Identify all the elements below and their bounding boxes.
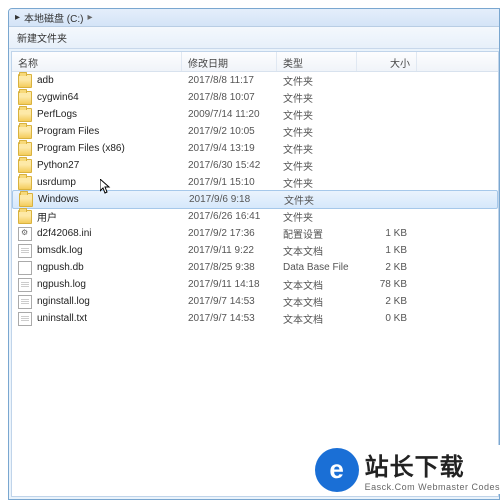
file-type: 文件夹 <box>277 90 357 105</box>
file-name: 用户 <box>37 209 57 224</box>
file-icon <box>18 312 32 326</box>
file-rows: adb2017/8/8 11:17文件夹cygwin642017/8/8 10:… <box>12 72 498 327</box>
header-date[interactable]: 修改日期 <box>182 52 277 71</box>
watermark-subtitle: Easck.Com Webmaster Codes <box>365 482 500 492</box>
table-row[interactable]: adb 2017/8/8 11:17文件夹 <box>12 72 498 89</box>
watermark-title: 站长下载 <box>365 447 500 482</box>
file-size: 0 KB <box>357 313 417 324</box>
file-icon <box>18 295 32 309</box>
table-row[interactable]: ngpush.log 2017/9/11 14:18文本文档78 KB <box>12 276 498 293</box>
breadcrumb-drive[interactable]: 本地磁盘 (C:) <box>24 10 83 25</box>
folder-icon <box>19 193 33 207</box>
file-icon <box>18 278 32 292</box>
file-name: PerfLogs <box>37 109 77 120</box>
folder-icon <box>18 142 32 156</box>
table-row[interactable]: ngpush.db 2017/8/25 9:38Data Base File2 K… <box>12 259 498 276</box>
file-name: usrdump <box>37 177 76 188</box>
file-date: 2017/9/11 9:22 <box>182 245 277 256</box>
folder-icon <box>18 176 32 190</box>
file-type: 文件夹 <box>277 158 357 173</box>
table-row[interactable]: Python27 2017/6/30 15:42文件夹 <box>12 157 498 174</box>
file-name: Python27 <box>37 160 79 171</box>
file-name: ngpush.db <box>37 262 84 273</box>
column-headers: 名称 修改日期 类型 大小 <box>12 52 498 72</box>
folder-icon <box>18 125 32 139</box>
table-row[interactable]: 用户 2017/6/26 16:41文件夹 <box>12 208 498 225</box>
ini-icon <box>18 227 32 241</box>
file-date: 2017/9/1 15:10 <box>182 177 277 188</box>
explorer-window: ▸ 本地磁盘 (C:) ▸ 新建文件夹 名称 修改日期 类型 大小 adb 201… <box>8 8 500 500</box>
db-icon <box>18 261 32 275</box>
file-date: 2017/9/4 13:19 <box>182 143 277 154</box>
file-type: 文件夹 <box>277 124 357 139</box>
file-type: 文本文档 <box>277 294 357 309</box>
file-type: 文件夹 <box>277 107 357 122</box>
toolbar: 新建文件夹 <box>9 27 499 49</box>
file-name: Windows <box>38 194 79 205</box>
watermark-logo-icon: e <box>315 448 359 492</box>
file-type: 文件夹 <box>278 192 358 207</box>
file-date: 2017/6/26 16:41 <box>182 211 277 222</box>
folder-icon <box>18 91 32 105</box>
table-row[interactable]: d2f42068.ini 2017/9/2 17:36配置设置1 KB <box>12 225 498 242</box>
file-date: 2017/9/2 10:05 <box>182 126 277 137</box>
file-type: 文件夹 <box>277 73 357 88</box>
file-name: d2f42068.ini <box>37 228 92 239</box>
header-type[interactable]: 类型 <box>277 52 357 71</box>
file-type: 文本文档 <box>277 311 357 326</box>
file-size: 2 KB <box>357 262 417 273</box>
table-row[interactable]: uninstall.txt 2017/9/7 14:53文本文档0 KB <box>12 310 498 327</box>
file-size: 78 KB <box>357 279 417 290</box>
file-name: Program Files (x86) <box>37 143 125 154</box>
file-type: 文件夹 <box>277 209 357 224</box>
file-date: 2017/8/8 10:07 <box>182 92 277 103</box>
table-row[interactable]: Windows 2017/9/6 9:18文件夹 <box>12 190 498 209</box>
folder-icon <box>18 210 32 224</box>
file-type: 配置设置 <box>277 226 357 241</box>
file-size: 2 KB <box>357 296 417 307</box>
header-size[interactable]: 大小 <box>357 52 417 71</box>
file-date: 2017/9/7 14:53 <box>182 313 277 324</box>
file-size: 1 KB <box>357 245 417 256</box>
file-size: 1 KB <box>357 228 417 239</box>
file-name: Program Files <box>37 126 99 137</box>
file-type: 文本文档 <box>277 277 357 292</box>
file-list-pane: 名称 修改日期 类型 大小 adb2017/8/8 11:17文件夹cygwin… <box>11 51 499 497</box>
table-row[interactable]: usrdump 2017/9/1 15:10文件夹 <box>12 174 498 191</box>
folder-icon <box>18 74 32 88</box>
address-bar[interactable]: ▸ 本地磁盘 (C:) ▸ <box>9 9 499 27</box>
file-type: 文本文档 <box>277 243 357 258</box>
table-row[interactable]: Program Files (x86) 2017/9/4 13:19文件夹 <box>12 140 498 157</box>
file-date: 2017/9/7 14:53 <box>182 296 277 307</box>
table-row[interactable]: bmsdk.log 2017/9/11 9:22文本文档1 KB <box>12 242 498 259</box>
watermark: e 站长下载 Easck.Com Webmaster Codes <box>309 445 500 494</box>
file-icon <box>18 244 32 258</box>
file-name: uninstall.txt <box>37 313 87 324</box>
file-date: 2017/6/30 15:42 <box>182 160 277 171</box>
file-date: 2017/8/8 11:17 <box>182 75 277 86</box>
table-row[interactable]: nginstall.log 2017/9/7 14:53文本文档2 KB <box>12 293 498 310</box>
file-date: 2017/8/25 9:38 <box>182 262 277 273</box>
file-date: 2017/9/11 14:18 <box>182 279 277 290</box>
breadcrumb-sep: ▸ <box>87 12 92 23</box>
header-name[interactable]: 名称 <box>12 52 182 71</box>
file-name: nginstall.log <box>37 296 90 307</box>
file-type: 文件夹 <box>277 175 357 190</box>
file-name: ngpush.log <box>37 279 86 290</box>
table-row[interactable]: PerfLogs 2009/7/14 11:20文件夹 <box>12 106 498 123</box>
new-folder-button[interactable]: 新建文件夹 <box>17 30 67 45</box>
file-name: bmsdk.log <box>37 245 83 256</box>
file-date: 2017/9/6 9:18 <box>183 194 278 205</box>
file-type: Data Base File <box>277 262 357 273</box>
file-name: cygwin64 <box>37 92 79 103</box>
file-type: 文件夹 <box>277 141 357 156</box>
table-row[interactable]: cygwin64 2017/8/8 10:07文件夹 <box>12 89 498 106</box>
file-date: 2017/9/2 17:36 <box>182 228 277 239</box>
file-date: 2009/7/14 11:20 <box>182 109 277 120</box>
folder-icon <box>18 159 32 173</box>
folder-icon <box>18 108 32 122</box>
breadcrumb-sep: ▸ <box>15 12 20 23</box>
file-name: adb <box>37 75 54 86</box>
table-row[interactable]: Program Files 2017/9/2 10:05文件夹 <box>12 123 498 140</box>
